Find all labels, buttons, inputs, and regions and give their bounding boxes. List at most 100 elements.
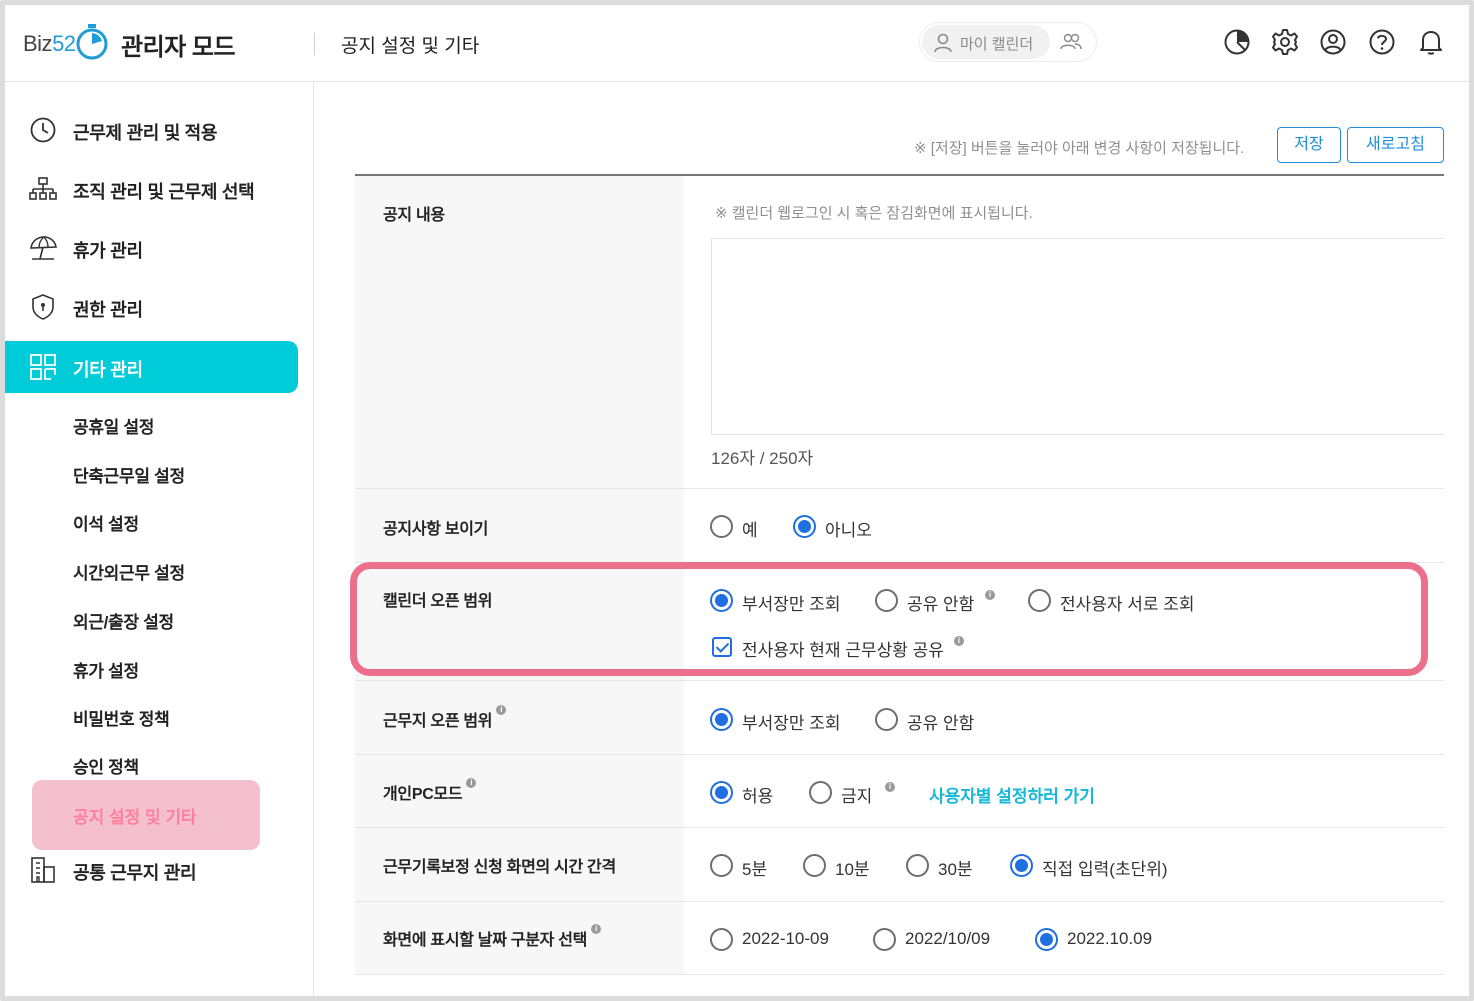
radio-off	[906, 854, 929, 877]
sidebar-item-label: 근무제 관리 및 적용	[73, 123, 218, 143]
notice-content-label: 공지 내용	[383, 207, 445, 224]
sidebar: 근무제 관리 및 적용 조직 관리 및 근무제 선택 휴가 관리 권한 관리 기…	[5, 82, 314, 996]
notice-content-textarea[interactable]	[711, 238, 1444, 435]
sub-item-holiday[interactable]: 공휴일 설정	[73, 413, 154, 438]
row-pc-mode: 개인PC모드i 허용 금지 i 사용자별 설정하러 가기	[355, 755, 1444, 828]
save-notice: ※ [저장] 버튼을 눌러야 아래 변경 사항이 저장됩니다.	[914, 140, 1245, 157]
save-button[interactable]: 저장	[1277, 127, 1341, 163]
row-workplace-scope: 근무지 오픈 범위i 부서장만 조회 공유 안함	[355, 681, 1444, 755]
option-label: 공유 안함	[907, 595, 975, 614]
logo-text: Biz52	[23, 31, 76, 57]
top-header: Biz52 관리자 모드 공지 설정 및 기타 마이 캘린더	[5, 5, 1469, 82]
radio-off	[710, 928, 733, 951]
info-icon[interactable]: i	[591, 924, 602, 934]
group-calendar-button[interactable]	[1060, 32, 1082, 57]
people-icon	[1060, 33, 1082, 50]
page-title: 공지 설정 및 기타	[341, 36, 480, 57]
grid-icon	[30, 354, 56, 380]
user-settings-link[interactable]: 사용자별 설정하러 가기	[929, 782, 1095, 807]
radio-on	[1010, 854, 1033, 877]
bell-icon[interactable]	[1416, 27, 1446, 57]
my-calendar-label: 마이 캘린더	[960, 36, 1034, 53]
row-time-interval: 근무기록보정 신청 화면의 시간 간격 5분 10분 30분 직접 입력(초단위…	[355, 828, 1444, 902]
info-icon[interactable]: i	[496, 705, 507, 715]
checkbox-checked	[712, 637, 732, 657]
sidebar-item-workplace[interactable]: 공통 근무지 관리	[5, 844, 298, 896]
sidebar-item-label: 권한 관리	[73, 300, 143, 320]
option-label: 5분	[742, 860, 768, 879]
sidebar-item-label: 조직 관리 및 근무제 선택	[73, 182, 255, 202]
workplace-scope-label-text: 근무지 오픈 범위	[383, 713, 493, 730]
radio-off	[710, 854, 733, 877]
sub-item-vacation[interactable]: 휴가 설정	[73, 657, 139, 682]
notice-content-hint: ※ 캘린더 웹로그인 시 혹은 잠김화면에 표시됩니다.	[715, 205, 1033, 222]
gear-icon[interactable]	[1270, 27, 1300, 57]
info-icon[interactable]: i	[885, 782, 895, 792]
row-calendar-scope: 캘린더 오픈 범위 부서장만 조회 공유 안함 i 전사용자 서로 조회 전사용자…	[355, 563, 1444, 681]
biz52-logo[interactable]: Biz52	[23, 21, 108, 65]
calendar-scope-label: 캘린더 오픈 범위	[383, 593, 493, 610]
sidebar-item-vacation[interactable]: 휴가 관리	[5, 222, 298, 274]
date-separator-label: 화면에 표시할 날짜 구분자 선택i	[383, 924, 602, 950]
row-show-notice: 공지사항 보이기 예 아니오	[355, 489, 1444, 563]
option-label: 2022-10-09	[742, 929, 829, 948]
radio-on	[710, 708, 733, 731]
chart-pie-icon[interactable]	[1222, 27, 1252, 57]
user-circle-icon[interactable]	[1318, 27, 1348, 57]
sub-item-away[interactable]: 이석 설정	[73, 510, 139, 535]
option-label: 허용	[742, 787, 774, 806]
info-icon[interactable]: i	[954, 636, 964, 646]
checkbox-label: 전사용자 현재 근무상황 공유	[742, 641, 944, 660]
sub-item-outside-work[interactable]: 외근/출장 설정	[73, 608, 174, 633]
radio-off	[1028, 589, 1051, 612]
logo-text-biz: Biz	[23, 31, 53, 56]
my-calendar-toggle[interactable]: 마이 캘린더	[919, 22, 1097, 62]
label-cell	[355, 563, 684, 680]
sidebar-item-work-system[interactable]: 근무제 관리 및 적용	[5, 104, 298, 156]
sub-item-password[interactable]: 비밀번호 정책	[73, 705, 170, 730]
option-label: 금지	[841, 787, 873, 806]
help-icon[interactable]	[1367, 27, 1397, 57]
option-label: 10분	[835, 860, 870, 879]
shield-icon	[32, 294, 54, 320]
sidebar-item-label: 휴가 관리	[73, 241, 143, 261]
logo-timer-icon	[76, 24, 108, 60]
radio-off	[809, 781, 832, 804]
time-interval-label: 근무기록보정 신청 화면의 시간 간격	[383, 859, 616, 876]
pc-mode-label: 개인PC모드i	[383, 778, 477, 804]
sub-item-short-work[interactable]: 단축근무일 설정	[73, 462, 185, 487]
info-icon[interactable]: i	[466, 778, 477, 788]
workplace-scope-label: 근무지 오픈 범위i	[383, 705, 507, 731]
radio-on	[793, 515, 816, 538]
row-notice-content: 공지 내용 ※ 캘린더 웹로그인 시 혹은 잠김화면에 표시됩니다. 126자 …	[355, 176, 1444, 489]
option-label: 아니오	[825, 521, 872, 540]
radio-off	[873, 928, 896, 951]
sub-item-notice-active[interactable]: 공지 설정 및 기타	[32, 780, 260, 850]
sub-item-overtime[interactable]: 시간외근무 설정	[73, 559, 185, 584]
info-icon[interactable]: i	[985, 590, 995, 600]
radio-on	[710, 781, 733, 804]
sidebar-item-organization[interactable]: 조직 관리 및 근무제 선택	[5, 163, 298, 215]
umbrella-icon	[30, 236, 57, 260]
option-label: 2022.10.09	[1067, 929, 1153, 948]
option-label: 부서장만 조회	[742, 714, 841, 733]
sub-item-approval[interactable]: 승인 정책	[73, 753, 139, 778]
app-title: 관리자 모드	[121, 34, 236, 61]
refresh-button[interactable]: 새로고침	[1347, 127, 1444, 163]
sidebar-item-label: 기타 관리	[73, 360, 143, 380]
show-notice-label: 공지사항 보이기	[383, 521, 489, 538]
sub-item-notice-label: 공지 설정 및 기타	[73, 808, 197, 827]
date-separator-label-text: 화면에 표시할 날짜 구분자 선택	[383, 932, 588, 949]
clock-icon	[30, 117, 56, 143]
option-label: 30분	[938, 860, 973, 879]
building-icon	[31, 857, 55, 883]
character-counter: 126자 / 250자	[711, 449, 814, 468]
option-label: 직접 입력(초단위)	[1042, 860, 1168, 879]
logo-text-num: 52	[52, 31, 76, 56]
person-icon	[934, 33, 952, 53]
header-divider	[314, 33, 315, 55]
my-calendar-button[interactable]: 마이 캘린더	[922, 25, 1050, 59]
sidebar-item-etc[interactable]: 기타 관리	[5, 341, 298, 393]
org-chart-icon	[29, 177, 57, 200]
sidebar-item-permission[interactable]: 권한 관리	[5, 281, 298, 333]
